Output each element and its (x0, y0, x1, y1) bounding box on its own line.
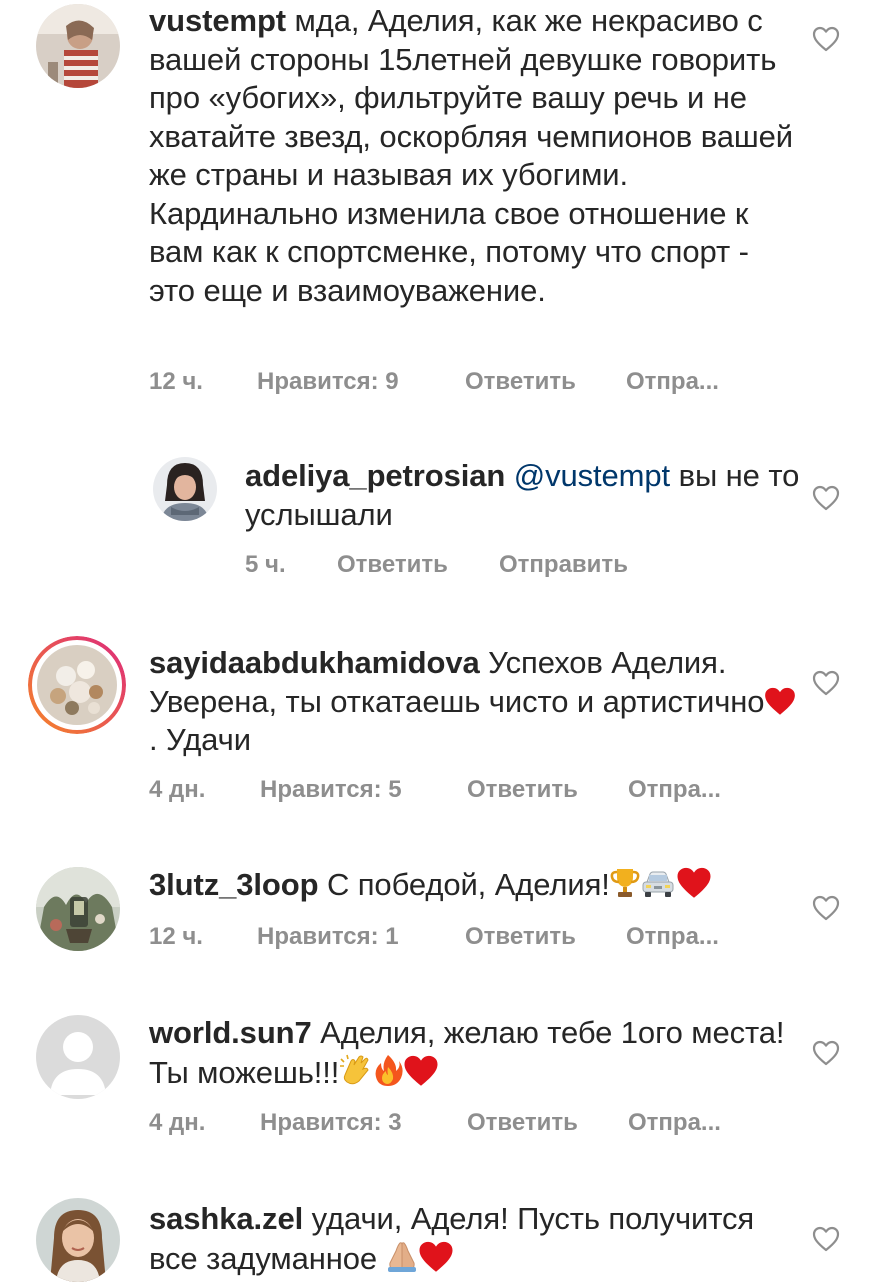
clapping-hands-emoji (339, 1053, 373, 1087)
comment-actions: 12 ч. Нравится: 9 Ответить Отпра... (149, 368, 799, 398)
comment-time: 5 ч. (245, 551, 286, 578)
comment-username[interactable]: sashka.zel (149, 1201, 303, 1236)
fire-emoji (373, 1053, 403, 1087)
comment-actions: 4 дн. Нравится: 3 Ответить Отпра... (149, 1109, 799, 1139)
heart-outline-icon[interactable] (812, 1226, 840, 1252)
comment-time: 4 дн. (149, 776, 206, 803)
red-heart-emoji (403, 1054, 439, 1087)
comment-text: 3lutz_3loop С победой, Аделия! (149, 866, 799, 905)
likes-count[interactable]: Нравится: 1 (257, 923, 399, 951)
comment-username[interactable]: sayidaabdukhamidova (149, 645, 480, 680)
send-button[interactable]: Отправить (499, 551, 628, 579)
comment-text: sayidaabdukhamidova Успехов Аделия. Увер… (149, 644, 799, 760)
folded-hands-emoji (386, 1239, 418, 1273)
likes-count[interactable]: Нравится: 3 (260, 1109, 402, 1137)
avatar[interactable] (153, 457, 217, 521)
reply-button[interactable]: Ответить (467, 776, 578, 804)
comment-text: adeliya_petrosian @vustempt вы не то усл… (245, 457, 805, 534)
comment-time: 12 ч. (149, 368, 203, 395)
comment-actions: 5 ч. Ответить Отправить (245, 551, 745, 581)
comment-username[interactable]: vustempt (149, 3, 286, 38)
red-heart-emoji (676, 866, 712, 899)
comment-actions: 4 дн. Нравится: 5 Ответить Отпра... (149, 776, 799, 806)
avatar[interactable] (36, 867, 120, 951)
comment-body-end: . Удачи (149, 722, 251, 757)
heart-outline-icon[interactable] (812, 485, 840, 511)
red-heart-emoji (418, 1240, 454, 1273)
send-button[interactable]: Отпра... (626, 923, 719, 951)
comment-username[interactable]: world.sun7 (149, 1015, 312, 1050)
avatar[interactable] (36, 1198, 120, 1282)
mention-link[interactable]: @vustempt (514, 458, 670, 493)
comment-text: sashka.zel удачи, Аделя! Пусть получится… (149, 1200, 799, 1278)
comment-body: С победой, Аделия! (326, 867, 610, 902)
avatar[interactable] (36, 4, 120, 88)
red-heart-emoji (764, 686, 796, 716)
send-button[interactable]: Отпра... (626, 368, 719, 396)
heart-outline-icon[interactable] (812, 26, 840, 52)
heart-outline-icon[interactable] (812, 670, 840, 696)
story-avatar[interactable] (28, 636, 126, 734)
likes-count[interactable]: Нравится: 9 (257, 368, 399, 396)
reply-button[interactable]: Ответить (465, 923, 576, 951)
reply-button[interactable]: Ответить (467, 1109, 578, 1137)
comment-time: 4 дн. (149, 1109, 206, 1136)
likes-count[interactable]: Нравится: 5 (260, 776, 402, 804)
reply-button[interactable]: Ответить (465, 368, 576, 396)
comment-text: vustempt мда, Аделия, как же некрасиво с… (149, 2, 799, 310)
reply-button[interactable]: Ответить (337, 551, 448, 579)
comment-username[interactable]: 3lutz_3loop (149, 867, 319, 902)
default-avatar[interactable] (36, 1015, 120, 1099)
comment-actions: 12 ч. Нравится: 1 Ответить Отпра... (149, 923, 799, 953)
comment-text: world.sun7 Аделия, желаю тебе 1ого места… (149, 1014, 799, 1092)
heart-outline-icon[interactable] (812, 895, 840, 921)
heart-outline-icon[interactable] (812, 1040, 840, 1066)
comment-username[interactable]: adeliya_petrosian (245, 458, 505, 493)
comment-body: мда, Аделия, как же некрасиво с вашей ст… (149, 3, 793, 308)
comment-time: 12 ч. (149, 923, 203, 950)
trophy-emoji (610, 867, 640, 899)
car-emoji (640, 869, 676, 899)
send-button[interactable]: Отпра... (628, 776, 721, 804)
send-button[interactable]: Отпра... (628, 1109, 721, 1137)
